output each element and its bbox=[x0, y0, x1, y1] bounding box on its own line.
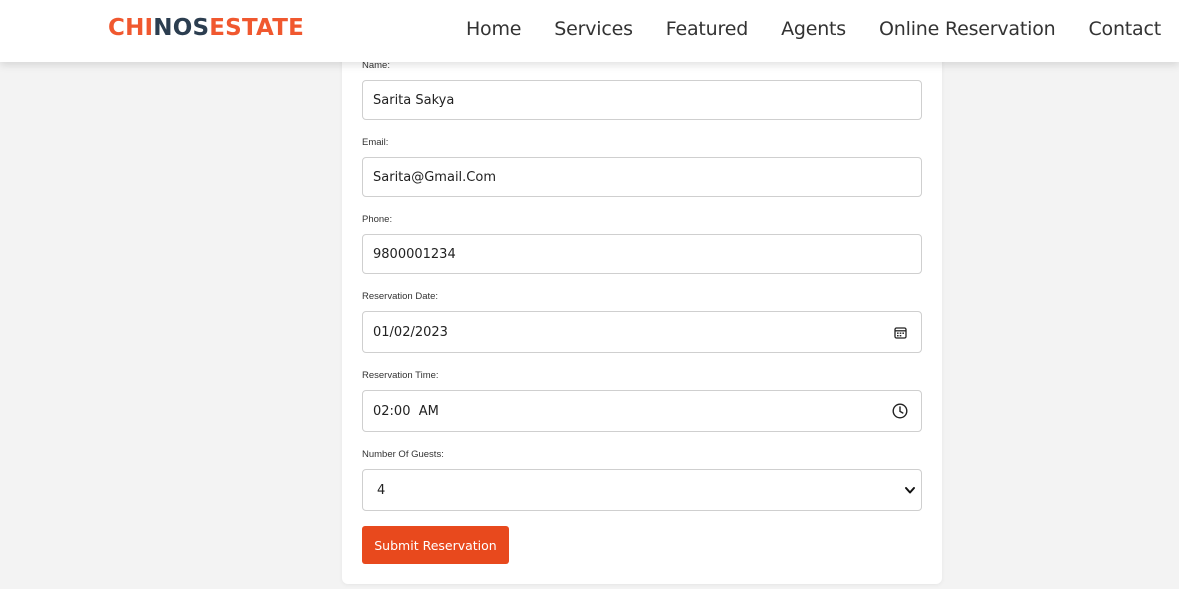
nav-agents[interactable]: Agents bbox=[781, 18, 846, 40]
reservation-time-value: 02:00 AM bbox=[373, 403, 439, 419]
email-field[interactable]: Sarita@Gmail.Com bbox=[362, 157, 922, 197]
reservation-form-card: Name: Sarita Sakya Email: Sarita@Gmail.C… bbox=[342, 40, 942, 584]
email-label: Email: bbox=[362, 137, 389, 148]
reservation-date-value: 01/02/2023 bbox=[373, 324, 448, 340]
nav-contact[interactable]: Contact bbox=[1088, 18, 1161, 40]
nav-home[interactable]: Home bbox=[466, 18, 522, 40]
calendar-icon[interactable] bbox=[891, 323, 909, 341]
submit-reservation-button[interactable]: Submit Reservation bbox=[362, 526, 509, 564]
phone-field[interactable]: 9800001234 bbox=[362, 234, 922, 274]
brand-logo-part-2: NOS bbox=[153, 15, 210, 41]
number-of-guests-select[interactable]: 4 bbox=[362, 469, 922, 511]
number-of-guests-value: 4 bbox=[377, 482, 386, 498]
main-nav: Home Services Featured Agents Online Res… bbox=[466, 18, 1161, 40]
phone-label: Phone: bbox=[362, 214, 393, 225]
chevron-down-icon bbox=[901, 481, 919, 499]
clock-icon[interactable] bbox=[891, 402, 909, 420]
reservation-time-label: Reservation Time: bbox=[362, 370, 439, 381]
reservation-time-field[interactable]: 02:00 AM bbox=[362, 390, 922, 432]
number-of-guests-label: Number Of Guests: bbox=[362, 449, 444, 460]
name-value: Sarita Sakya bbox=[373, 92, 455, 108]
name-field[interactable]: Sarita Sakya bbox=[362, 80, 922, 120]
nav-services[interactable]: Services bbox=[554, 18, 633, 40]
brand-logo-part-3: ESTATE bbox=[209, 15, 305, 41]
reservation-date-field[interactable]: 01/02/2023 bbox=[362, 311, 922, 353]
email-value: Sarita@Gmail.Com bbox=[373, 169, 496, 185]
top-navbar: CHINOSESTATE Home Services Featured Agen… bbox=[0, 0, 1179, 62]
reservation-date-label: Reservation Date: bbox=[362, 291, 439, 302]
nav-online-reservation[interactable]: Online Reservation bbox=[879, 18, 1056, 40]
phone-value: 9800001234 bbox=[373, 246, 456, 262]
brand-logo-part-1: CHI bbox=[108, 15, 154, 41]
nav-featured[interactable]: Featured bbox=[666, 18, 748, 40]
brand-logo[interactable]: CHINOSESTATE bbox=[108, 15, 304, 41]
